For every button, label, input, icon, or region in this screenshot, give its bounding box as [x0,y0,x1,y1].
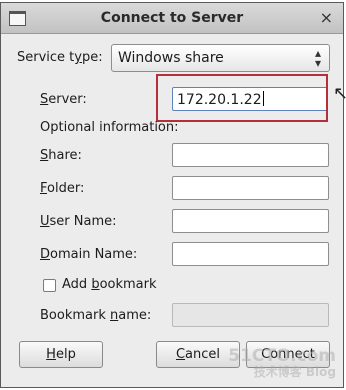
domain-name-label: Domain Name: [40,247,137,262]
cancel-label: ancel [185,347,221,362]
bookmark-name-label-part: Bookmark [40,308,110,323]
title-bar[interactable]: Connect to Server × [1,3,343,34]
help-label: elp [55,347,76,362]
mouse-cursor-icon: ↖ [333,83,346,104]
share-input[interactable] [172,143,329,167]
user-name-label-part: ser Name: [49,214,117,229]
service-type-mnemonic: y [74,50,82,65]
user-name-mnemonic: U [40,214,50,229]
service-type-value: Windows share [118,50,224,66]
help-button[interactable]: Help [19,341,103,368]
user-name-label: User Name: [40,214,117,229]
service-type-label-part: pe: [81,50,103,65]
folder-input[interactable] [172,176,329,200]
up-down-arrows-icon: ▴ ▾ [314,46,321,70]
watermark-line2: 技术博客 Blog [253,365,336,379]
watermark: 51CTO.com 技术博客 Blog [228,348,336,380]
server-label-part: erver: [48,92,87,107]
bookmark-name-label-part: ame: [118,308,152,323]
folder-label-part: older: [47,181,85,196]
user-name-input[interactable] [172,209,329,233]
server-highlight-box [156,74,328,122]
domain-name-mnemonic: D [40,247,51,262]
help-mnemonic: H [46,347,56,362]
folder-mnemonic: F [40,181,48,196]
bookmark-name-mnemonic: n [110,308,119,323]
service-type-label-part: Service t [17,50,75,65]
service-type-select[interactable]: Windows share ▴ ▾ [111,44,330,72]
add-bookmark-checkbox[interactable] [43,279,56,292]
add-bookmark-label[interactable]: Add bookmark [62,277,157,292]
close-icon[interactable]: × [320,8,333,27]
add-bookmark-label-part: ookmark [99,277,157,292]
watermark-line1: 51CTO.com [228,346,336,366]
folder-label: Folder: [40,181,84,196]
window-title: Connect to Server [100,10,244,26]
add-bookmark-mnemonic: b [91,277,100,292]
service-type-label: Service type: [17,50,103,65]
share-label: Share: [40,148,82,163]
add-bookmark-label-part: Add [62,277,92,292]
bookmark-name-label: Bookmark name: [40,308,151,323]
cancel-mnemonic: C [175,347,186,362]
domain-name-label-part: omain Name: [50,247,138,262]
share-label-part: hare: [48,148,82,163]
bookmark-name-input [172,303,329,327]
domain-name-input[interactable] [172,242,329,266]
optional-info-label: Optional information: [40,120,179,135]
server-label: Server: [40,92,87,107]
